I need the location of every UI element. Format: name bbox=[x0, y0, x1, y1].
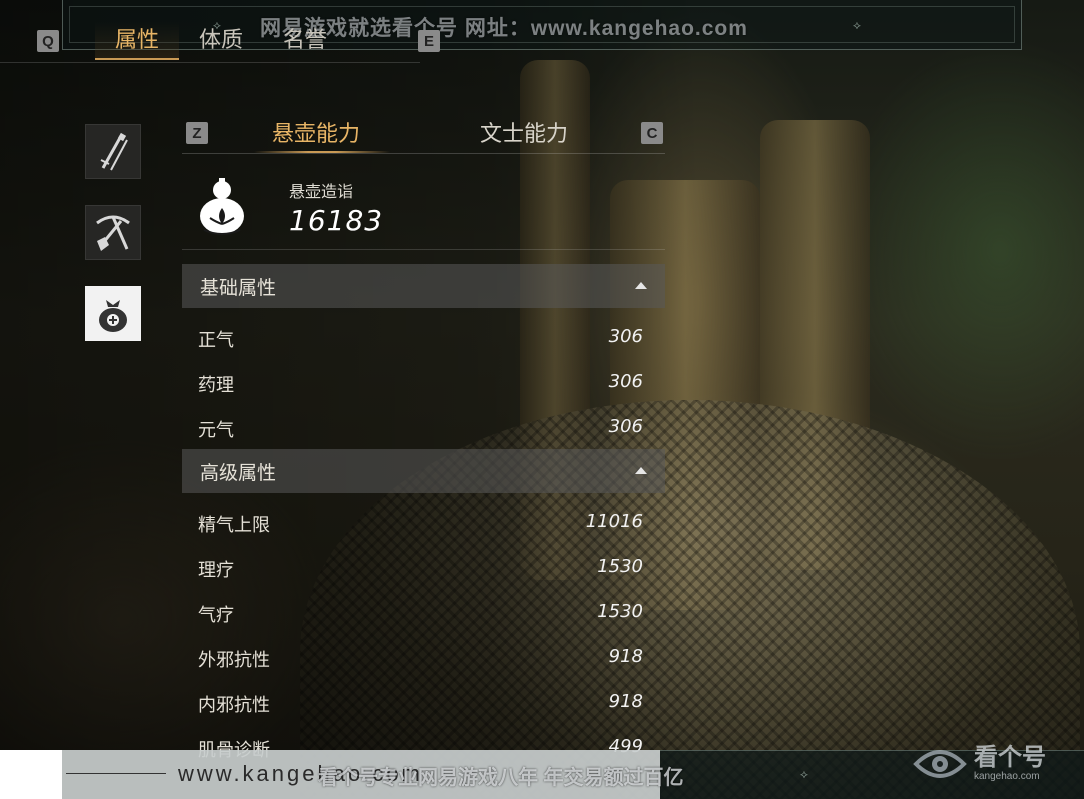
main-tabs: 属性 体质 名誉 bbox=[95, 22, 347, 60]
key-hint-z: Z bbox=[186, 122, 208, 144]
tools-icon bbox=[96, 215, 130, 251]
score-label: 悬壶造诣 bbox=[289, 182, 354, 201]
logo-text: 看个号 bbox=[974, 743, 1046, 771]
active-tab-underline bbox=[254, 151, 390, 153]
advanced-attributes-list: 精气上限 11016 理疗 1530 气疗 1530 外邪抗性 918 内邪抗性… bbox=[182, 493, 665, 769]
frame-ornament-icon: ⟡ bbox=[853, 18, 861, 32]
tabs-divider bbox=[0, 62, 420, 63]
collapse-caret-icon[interactable] bbox=[635, 467, 647, 474]
key-hint-c: C bbox=[641, 122, 663, 144]
attribute-value: 306 bbox=[608, 326, 643, 347]
side-tab-weapons[interactable] bbox=[85, 124, 141, 179]
section-basic-header[interactable]: 基础属性 bbox=[182, 264, 665, 308]
attribute-label: 精气上限 bbox=[198, 515, 270, 536]
side-tab-tools[interactable] bbox=[85, 205, 141, 260]
side-tab-medicine[interactable] bbox=[85, 286, 141, 341]
logo-text-block: 看个号 kangehao.com bbox=[974, 743, 1046, 782]
section-title: 基础属性 bbox=[200, 277, 277, 299]
ability-panel: Z 悬壶能力 文士能力 C 悬壶造诣 16183 基础属性 正气 306 药理 … bbox=[182, 112, 665, 769]
attribute-label: 气疗 bbox=[198, 605, 234, 626]
attribute-row: 内邪抗性 918 bbox=[182, 679, 665, 724]
tab-scholar-ability[interactable]: 文士能力 bbox=[480, 116, 568, 148]
tab-medical-ability[interactable]: 悬壶能力 bbox=[272, 116, 360, 148]
attribute-value: 306 bbox=[608, 416, 643, 437]
tab-constitution[interactable]: 体质 bbox=[179, 22, 263, 60]
gourd-icon bbox=[200, 178, 244, 235]
watermark-slogan: 看个号专业网易游戏八年 年交易额过百亿 bbox=[318, 767, 684, 789]
section-advanced-header[interactable]: 高级属性 bbox=[182, 449, 665, 493]
attribute-value: 1530 bbox=[597, 556, 643, 577]
attribute-value: 11016 bbox=[585, 511, 643, 532]
section-title: 高级属性 bbox=[200, 462, 277, 484]
attribute-label: 内邪抗性 bbox=[198, 695, 270, 716]
tab-reputation[interactable]: 名誉 bbox=[263, 22, 347, 60]
collapse-caret-icon[interactable] bbox=[635, 282, 647, 289]
attribute-label: 外邪抗性 bbox=[198, 650, 270, 671]
attribute-row: 药理 306 bbox=[182, 359, 665, 404]
attribute-value: 918 bbox=[608, 691, 643, 712]
watermark-logo: 看个号 kangehao.com bbox=[912, 738, 1046, 788]
bottom-left-block bbox=[0, 750, 62, 799]
attribute-row: 精气上限 11016 bbox=[182, 499, 665, 544]
frame-ornament-icon: ⟡ bbox=[800, 767, 808, 781]
attribute-label: 元气 bbox=[198, 420, 234, 441]
attribute-row: 正气 306 bbox=[182, 314, 665, 359]
attribute-value: 918 bbox=[608, 646, 643, 667]
attribute-value: 1530 bbox=[597, 601, 643, 622]
basic-attributes-list: 正气 306 药理 306 元气 306 bbox=[182, 308, 665, 449]
attribute-label: 药理 bbox=[198, 375, 234, 396]
bottom-divider bbox=[66, 773, 166, 774]
attribute-label: 理疗 bbox=[198, 560, 234, 581]
attribute-label: 正气 bbox=[198, 330, 234, 351]
logo-domain: kangehao.com bbox=[974, 770, 1040, 782]
attribute-row: 气疗 1530 bbox=[182, 589, 665, 634]
attribute-value: 306 bbox=[608, 371, 643, 392]
score-value: 16183 bbox=[289, 204, 384, 237]
tab-attributes[interactable]: 属性 bbox=[95, 22, 180, 60]
sub-tabs: Z 悬壶能力 文士能力 C bbox=[182, 112, 665, 154]
eye-logo-icon bbox=[913, 750, 967, 778]
key-hint-e: E bbox=[418, 30, 440, 52]
attribute-row: 理疗 1530 bbox=[182, 544, 665, 589]
weapons-icon bbox=[100, 132, 128, 170]
medicine-bag-icon bbox=[99, 299, 127, 332]
score-block: 悬壶造诣 16183 bbox=[182, 154, 665, 250]
key-hint-q: Q bbox=[37, 30, 59, 52]
attribute-row: 外邪抗性 918 bbox=[182, 634, 665, 679]
attribute-row: 元气 306 bbox=[182, 404, 665, 449]
